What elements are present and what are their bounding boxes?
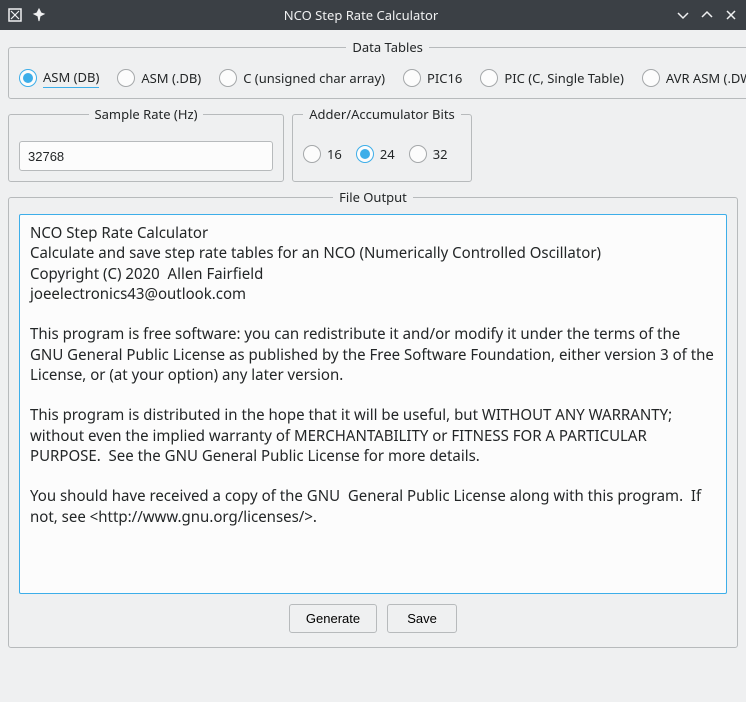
radio-label: 24 — [380, 145, 395, 163]
accumulator-bits-group: Adder/Accumulator Bits 16 24 32 — [292, 105, 472, 182]
data-tables-radio-4[interactable]: PIC (C, Single Table) — [480, 69, 624, 87]
radio-circle-icon — [356, 145, 374, 163]
data-tables-radio-1[interactable]: ASM (.DB) — [117, 69, 201, 87]
generate-button[interactable]: Generate — [289, 604, 377, 633]
window-titlebar: NCO Step Rate Calculator — [0, 0, 746, 30]
save-button[interactable]: Save — [387, 604, 457, 633]
data-tables-legend: Data Tables — [346, 38, 429, 56]
radio-circle-icon — [219, 69, 237, 87]
data-tables-radio-0[interactable]: ASM (DB) — [19, 68, 99, 88]
minimize-icon[interactable] — [676, 8, 690, 22]
radio-label: 32 — [433, 145, 448, 163]
radio-label: PIC (C, Single Table) — [504, 69, 624, 87]
file-output-group: File Output NCO Step Rate Calculator Cal… — [8, 188, 738, 648]
pin-icon[interactable] — [32, 8, 46, 22]
data-tables-radio-2[interactable]: C (unsigned char array) — [219, 69, 385, 87]
bits-radio-24[interactable]: 24 — [356, 145, 395, 163]
radio-circle-icon — [409, 145, 427, 163]
data-tables-radio-3[interactable]: PIC16 — [403, 69, 462, 87]
radio-label: ASM (.DB) — [141, 69, 201, 87]
radio-label: ASM (DB) — [43, 68, 99, 88]
radio-circle-icon — [480, 69, 498, 87]
data-tables-radio-5[interactable]: AVR ASM (.DW) — [642, 69, 746, 87]
bits-radio-32[interactable]: 32 — [409, 145, 448, 163]
radio-label: PIC16 — [427, 69, 462, 87]
radio-label: C (unsigned char array) — [243, 69, 385, 87]
close-icon[interactable] — [724, 8, 738, 22]
data-tables-group: Data Tables ASM (DB) ASM (.DB) C (unsigned… — [8, 38, 746, 99]
sample-rate-group: Sample Rate (Hz) — [8, 105, 284, 182]
file-output-legend: File Output — [333, 188, 413, 206]
radio-circle-icon — [403, 69, 421, 87]
sample-rate-legend: Sample Rate (Hz) — [89, 105, 204, 123]
radio-circle-icon — [642, 69, 660, 87]
radio-label: 16 — [327, 145, 342, 163]
radio-circle-icon — [117, 69, 135, 87]
window-title: NCO Step Rate Calculator — [46, 6, 676, 24]
sample-rate-input[interactable] — [19, 141, 273, 171]
radio-label: AVR ASM (.DW) — [666, 69, 746, 87]
app-icon — [8, 8, 22, 22]
radio-circle-icon — [19, 69, 37, 87]
maximize-icon[interactable] — [700, 8, 714, 22]
radio-circle-icon — [303, 145, 321, 163]
file-output-text[interactable]: NCO Step Rate Calculator Calculate and s… — [19, 214, 727, 594]
accumulator-bits-legend: Adder/Accumulator Bits — [303, 105, 461, 123]
bits-radio-16[interactable]: 16 — [303, 145, 342, 163]
